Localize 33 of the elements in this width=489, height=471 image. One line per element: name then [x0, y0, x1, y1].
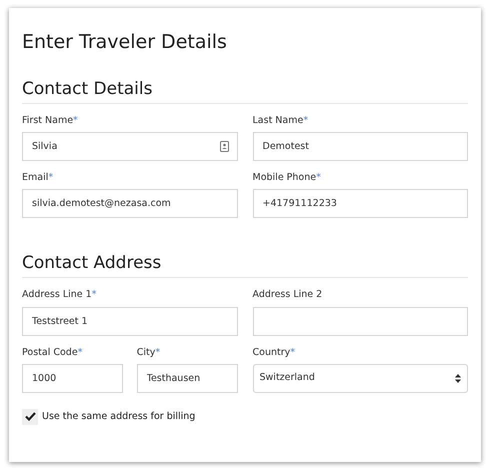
field-label: Country [252, 346, 290, 358]
field-label: Address Line 1 [22, 289, 92, 300]
field-label: City [136, 346, 156, 358]
input-field[interactable]: Teststreet 1 [22, 306, 238, 336]
page-title: Enter Traveler Details [22, 30, 228, 55]
input-field[interactable]: Demotest [252, 132, 468, 162]
input-field[interactable] [252, 306, 468, 336]
sort-arrows-icon [455, 374, 461, 383]
required-asterisk: * [48, 172, 54, 184]
field-label: Last Name [252, 114, 304, 126]
field-label: Mobile Phone [252, 172, 316, 184]
field-label: First Name [22, 114, 74, 126]
input-field[interactable]: Testhausen [136, 364, 238, 393]
input-field[interactable]: Silvia [22, 132, 238, 162]
required-asterisk: * [92, 289, 96, 300]
checkbox[interactable] [22, 408, 38, 425]
checkbox-label: Use the same address for billing [42, 410, 196, 424]
required-asterisk: * [316, 172, 321, 184]
contact-card-icon[interactable] [220, 141, 228, 152]
field-label: Email [22, 172, 48, 184]
required-asterisk: * [290, 346, 295, 358]
required-asterisk: * [303, 114, 308, 126]
country-select[interactable]: Switzerland [252, 364, 468, 393]
section-heading: Contact Details [22, 78, 468, 104]
section-heading: Contact Address [22, 252, 468, 278]
required-asterisk: * [73, 114, 78, 126]
input-field[interactable]: +41791112233 [252, 189, 468, 218]
field-label: Postal Code [22, 346, 78, 358]
input-field[interactable]: silvia.demotest@nezasa.com [22, 189, 238, 218]
input-field[interactable]: 1000 [22, 364, 123, 393]
field-label: Address Line 2 [252, 289, 322, 300]
required-asterisk: * [155, 346, 160, 358]
required-asterisk: * [78, 346, 82, 358]
